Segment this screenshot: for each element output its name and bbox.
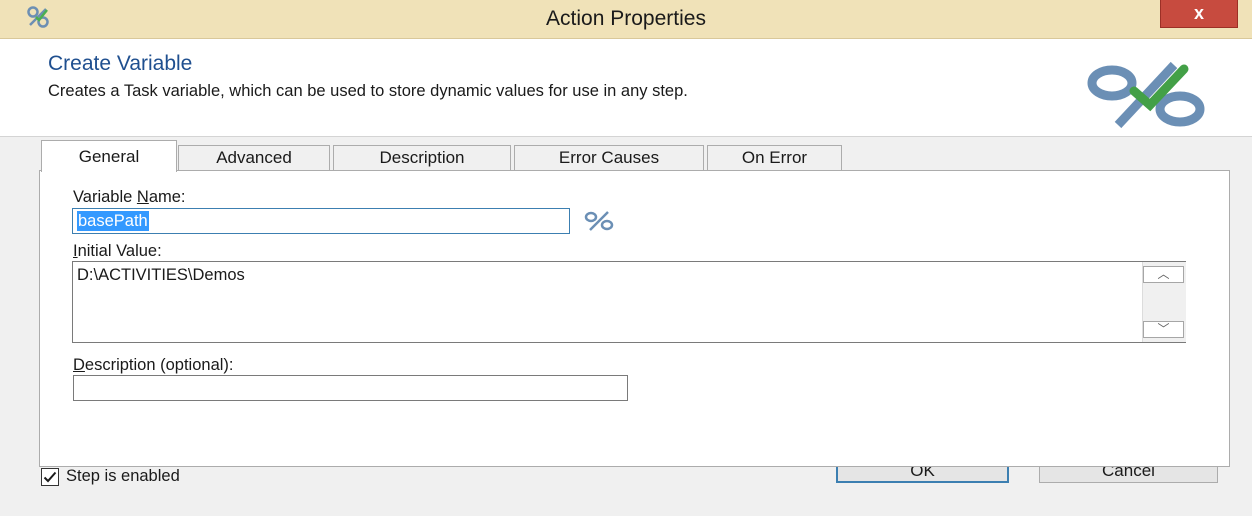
tab-label: Advanced <box>216 148 292 167</box>
tab-label: Description <box>379 148 465 167</box>
initial-value-label: Initial Value: <box>73 242 162 260</box>
step-enabled-label: Step is enabled <box>66 467 180 485</box>
tab-label: Error Causes <box>558 148 660 167</box>
checkmark-icon <box>43 471 57 483</box>
action-properties-dialog: Action Properties x Create Variable Crea… <box>0 0 1252 516</box>
insert-variable-icon[interactable] <box>583 210 615 232</box>
description-input[interactable] <box>73 375 628 401</box>
action-description: Creates a Task variable, which can be us… <box>48 82 688 100</box>
percent-check-icon <box>1087 61 1205 129</box>
window-title: Action Properties <box>546 7 706 30</box>
tab-advanced[interactable]: Advanced <box>178 145 330 171</box>
scroll-up-button[interactable]: ︿ <box>1143 266 1184 283</box>
step-enabled-checkbox[interactable] <box>41 468 59 486</box>
tab-general[interactable]: General <box>41 140 177 172</box>
title-bar[interactable]: Action Properties x <box>0 0 1252 39</box>
close-icon: x <box>1193 3 1204 23</box>
tab-label: General <box>78 147 140 166</box>
tab-label: On Error <box>741 148 808 167</box>
scroll-down-button[interactable]: ﹀ <box>1143 321 1184 338</box>
tab-description[interactable]: Description <box>333 145 511 171</box>
variable-name-value[interactable]: basePath <box>77 211 149 231</box>
action-title: Create Variable <box>48 52 193 75</box>
dialog-header: Create Variable Creates a Task variable,… <box>0 39 1252 137</box>
chevron-down-icon: ﹀ <box>1157 322 1170 336</box>
variable-name-label: Variable Name: <box>73 188 186 206</box>
close-button[interactable]: x <box>1160 0 1238 28</box>
tab-on-error[interactable]: On Error <box>707 145 842 171</box>
chevron-up-icon: ︿ <box>1157 267 1170 281</box>
initial-value-text[interactable]: D:\ACTIVITIES\Demos <box>77 266 245 285</box>
description-label: Description (optional): <box>73 356 234 374</box>
tab-error-causes[interactable]: Error Causes <box>514 145 704 171</box>
